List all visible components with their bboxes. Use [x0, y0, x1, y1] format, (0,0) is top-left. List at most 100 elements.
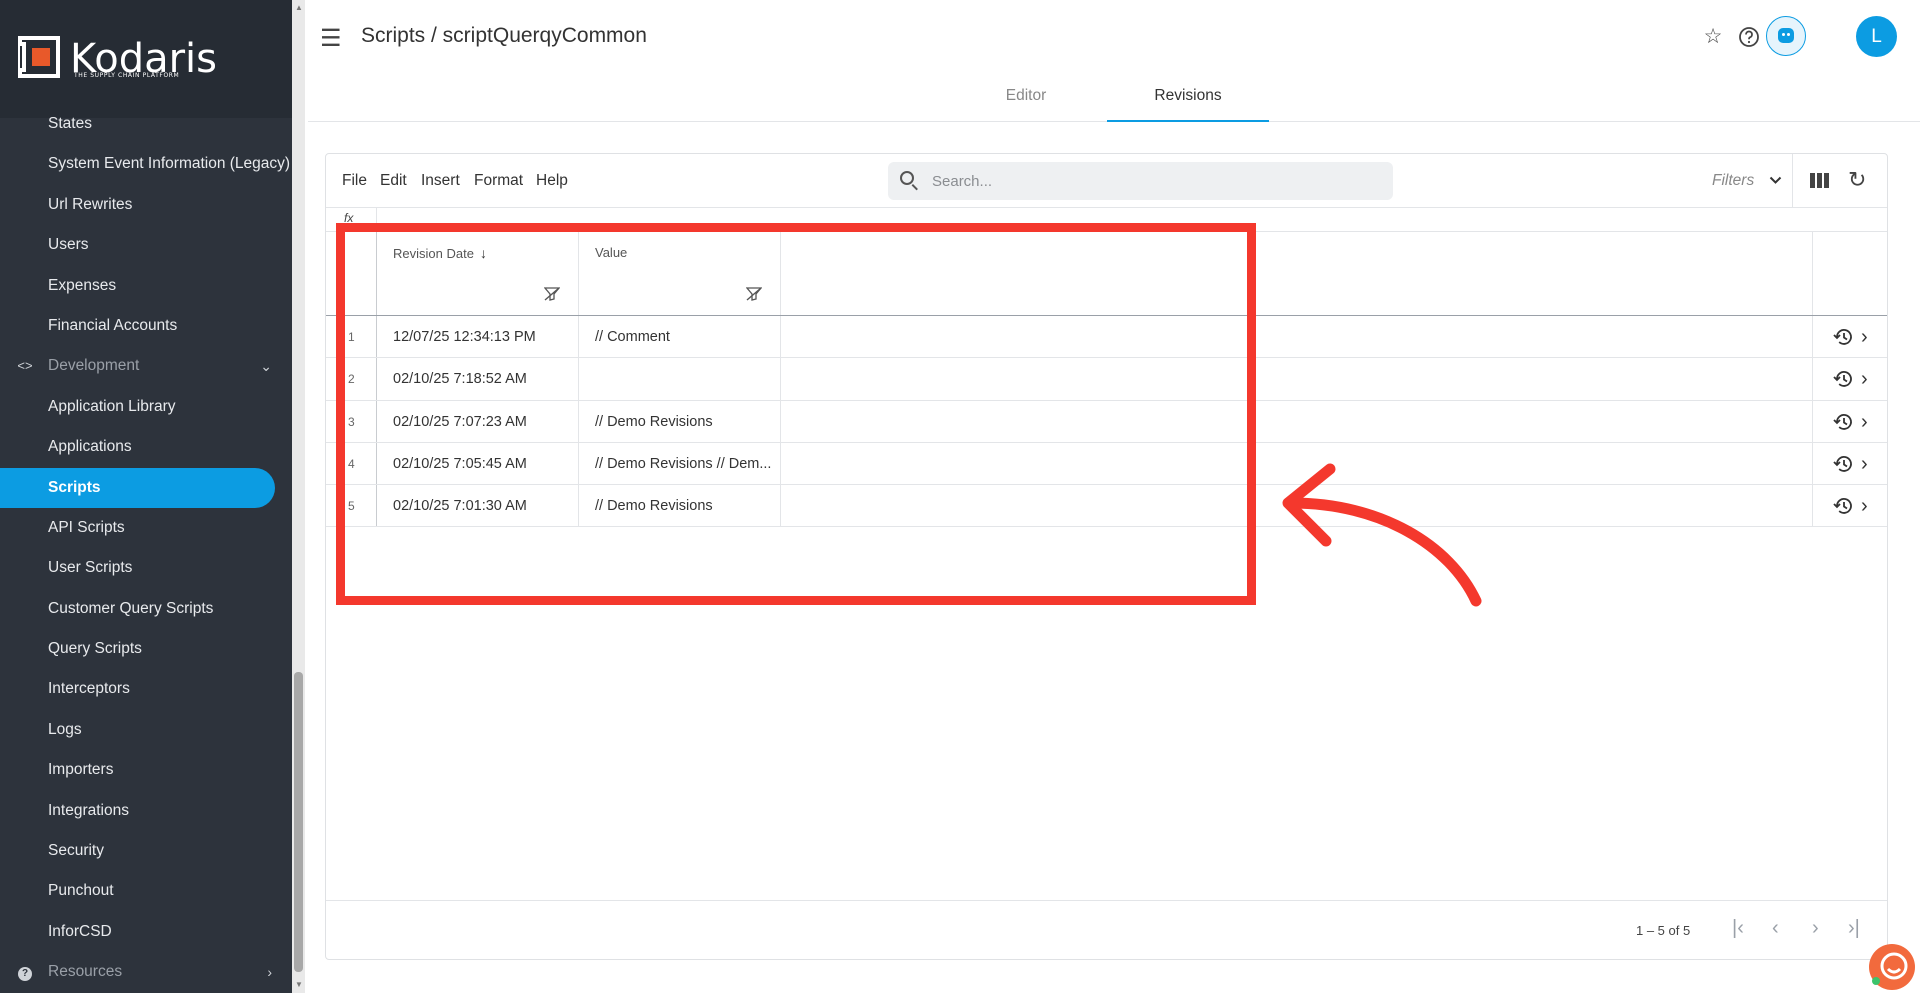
filters-dropdown[interactable]: Filters: [1712, 172, 1782, 190]
chevron-right-icon[interactable]: ›: [1861, 485, 1868, 526]
kodaris-logo-icon: [18, 36, 60, 78]
sidebar-item-label: Financial Accounts: [48, 316, 178, 334]
search-input[interactable]: [932, 170, 1372, 192]
star-icon[interactable]: ☆: [1698, 22, 1728, 52]
menu-help[interactable]: Help: [536, 172, 568, 190]
scrollbar-thumb[interactable]: [294, 672, 303, 972]
chevron-down-icon[interactable]: ⌄: [260, 346, 272, 386]
columns-icon[interactable]: [1810, 173, 1829, 188]
history-icon[interactable]: [1833, 496, 1853, 516]
sidebar-item-label: Integrations: [48, 801, 129, 819]
sidebar-item-label: Query Scripts: [48, 640, 142, 658]
sidebar-item-logs[interactable]: Logs: [0, 710, 292, 750]
sidebar-item-system-event-information-legacy[interactable]: System Event Information (Legacy): [0, 144, 292, 184]
user-avatar[interactable]: L: [1856, 16, 1897, 57]
sidebar-item-label: System Event Information (Legacy): [48, 155, 291, 173]
row-actions: ›: [1813, 485, 1889, 526]
sidebar-item-integrations[interactable]: Integrations: [0, 791, 292, 831]
sidebar-item-importers[interactable]: Importers: [0, 750, 292, 790]
page-header: ☰ Scripts / scriptQuerqyCommon ☆ L Edito…: [308, 0, 1920, 122]
help-circle-icon: ?: [16, 952, 34, 992]
chevron-down-icon: [1769, 177, 1781, 185]
sidebar-item-label: Users: [48, 236, 89, 254]
row-actions: ›: [1813, 401, 1889, 442]
tab-editor[interactable]: Editor: [945, 70, 1107, 122]
code-brackets-icon: <>: [17, 358, 33, 374]
sidebar-item-label: API Scripts: [48, 518, 125, 536]
assistant-bot-button[interactable]: [1766, 16, 1806, 56]
menu-edit[interactable]: Edit: [380, 172, 407, 190]
sidebar-item-label: Resources: [48, 963, 123, 981]
help-icon[interactable]: [1738, 26, 1760, 48]
annotation-highlight-box: [336, 223, 1256, 605]
search-icon: [900, 171, 914, 185]
sidebar-item-development[interactable]: <> Development ⌄: [0, 346, 292, 386]
last-page-icon[interactable]: ›|: [1848, 917, 1860, 940]
logo-area: Kodaris THE SUPPLY CHAIN PLATFORM: [0, 0, 292, 118]
menu-file[interactable]: File: [342, 172, 367, 190]
sidebar-item-label: Customer Query Scripts: [48, 599, 214, 617]
hamburger-menu-icon[interactable]: ☰: [320, 24, 342, 53]
robot-icon: [1778, 28, 1794, 43]
sidebar-item-resources[interactable]: ? Resources ›: [0, 952, 292, 992]
toolbar-divider: [1792, 154, 1793, 208]
sidebar-item-financial-accounts[interactable]: Financial Accounts: [0, 306, 292, 346]
chevron-right-icon[interactable]: ›: [267, 952, 272, 992]
sidebar-item-label: Scripts: [48, 478, 101, 496]
sidebar-item-punchout[interactable]: Punchout: [0, 871, 292, 911]
menu-format[interactable]: Format: [474, 172, 523, 190]
sidebar-item-states[interactable]: States: [0, 104, 292, 144]
filters-label: Filters: [1712, 172, 1755, 189]
first-page-icon[interactable]: |‹: [1732, 917, 1744, 940]
sidebar-item-url-rewrites[interactable]: Url Rewrites: [0, 185, 292, 225]
sidebar-item-label: States: [48, 115, 92, 132]
sidebar-item-label: Development: [48, 357, 140, 375]
history-icon[interactable]: [1833, 412, 1853, 432]
sidebar-item-label: Punchout: [48, 882, 114, 900]
sidebar-item-label: Security: [48, 842, 104, 860]
sidebar-item-label: Interceptors: [48, 680, 130, 698]
chat-support-icon[interactable]: [1869, 944, 1915, 990]
sidebar-item-applications[interactable]: Applications: [0, 427, 292, 467]
history-icon[interactable]: [1833, 454, 1853, 474]
scroll-up-icon[interactable]: ▲: [295, 3, 303, 12]
sidebar-item-users[interactable]: Users: [0, 225, 292, 265]
tab-revisions[interactable]: Revisions: [1107, 70, 1269, 122]
sidebar-item-expenses[interactable]: Expenses: [0, 266, 292, 306]
row-actions: ›: [1813, 358, 1889, 399]
chevron-right-icon[interactable]: ›: [1861, 443, 1868, 484]
grid-toolbar: File Edit Insert Format Help Filters ↻: [326, 154, 1887, 208]
sidebar-item-label: User Scripts: [48, 559, 133, 577]
sidebar-item-user-scripts[interactable]: User Scripts: [0, 548, 292, 588]
sidebar-item-inforcsd[interactable]: InforCSD: [0, 912, 292, 952]
chevron-right-icon[interactable]: ›: [1861, 401, 1868, 442]
row-actions: ›: [1813, 316, 1889, 357]
sidebar: Kodaris THE SUPPLY CHAIN PLATFORM States…: [0, 0, 292, 993]
history-icon[interactable]: [1833, 369, 1853, 389]
chevron-right-icon[interactable]: ›: [1861, 358, 1868, 399]
next-page-icon[interactable]: ›: [1812, 917, 1819, 940]
scroll-down-icon[interactable]: ▼: [295, 980, 303, 989]
chat-face-icon: [1872, 952, 1908, 985]
sidebar-item-application-library[interactable]: Application Library: [0, 387, 292, 427]
sidebar-item-api-scripts[interactable]: API Scripts: [0, 508, 292, 548]
previous-page-icon[interactable]: ‹: [1772, 917, 1779, 940]
sidebar-item-security[interactable]: Security: [0, 831, 292, 871]
brand-tagline: THE SUPPLY CHAIN PLATFORM: [74, 72, 180, 79]
sidebar-item-query-scripts[interactable]: Query Scripts: [0, 629, 292, 669]
sidebar-item-scripts[interactable]: Scripts: [0, 467, 275, 508]
pagination-range: 1 – 5 of 5: [1636, 923, 1691, 938]
sidebar-item-interceptors[interactable]: Interceptors: [0, 669, 292, 709]
pagination-bar: 1 – 5 of 5 |‹ ‹ › ›|: [326, 900, 1887, 960]
filter-actions-cell: [1813, 274, 1889, 315]
sidebar-item-label: Logs: [48, 720, 82, 738]
refresh-icon[interactable]: ↻: [1848, 167, 1866, 193]
sidebar-item-label: InforCSD: [48, 922, 112, 940]
chevron-right-icon[interactable]: ›: [1861, 316, 1868, 357]
search-box[interactable]: [888, 162, 1393, 200]
sidebar-item-label: Importers: [48, 761, 114, 779]
sidebar-item-customer-query-scripts[interactable]: Customer Query Scripts: [0, 589, 292, 629]
history-icon[interactable]: [1833, 327, 1853, 347]
menu-insert[interactable]: Insert: [421, 172, 460, 190]
sidebar-scrollbar[interactable]: ▲ ▼: [292, 0, 305, 993]
